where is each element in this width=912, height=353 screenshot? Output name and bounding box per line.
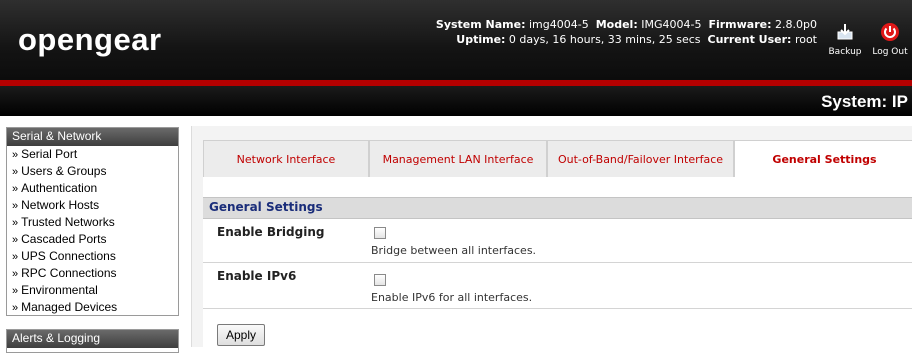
firmware-label: Firmware: [708,18,772,31]
current-user-value: root [794,33,817,46]
chevron-right-icon: » [12,183,19,195]
nav-item-trusted-networks[interactable]: » Trusted Networks [7,214,178,231]
system-name-label: System Name: [435,18,526,31]
nav-item-network-hosts[interactable]: » Network Hosts [7,197,178,214]
setting-row-enable-ipv6: Enable IPv6 Enable IPv6 for all interfac… [203,263,912,309]
chevron-right-icon: » [12,217,19,229]
logout-button[interactable]: Log Out [868,22,912,57]
backup-button[interactable]: Backup [823,22,867,57]
logout-label: Log Out [872,47,908,57]
tab-out-of-band-failover-interface[interactable]: Out-of-Band/Failover Interface [547,140,734,178]
model-value: IMG4004-5 [641,18,702,31]
backup-icon [835,24,855,45]
tab-general-settings[interactable]: General Settings [734,140,912,178]
system-info: System Name: img4004-5 Model: IMG4004-5 … [392,17,817,47]
chevron-right-icon: » [12,285,19,297]
main-panel: Network Interface Management LAN Interfa… [191,126,912,347]
header-bar: opengear System Name: img4004-5 Model: I… [0,0,912,80]
nav-item-managed-devices[interactable]: » Managed Devices [7,299,178,316]
firmware-value: 2.8.0p0 [775,18,817,31]
enable-bridging-checkbox[interactable] [374,227,386,239]
chevron-right-icon: » [12,268,19,280]
chevron-right-icon: » [12,251,19,263]
backup-label: Backup [828,47,862,57]
chevron-right-icon: » [12,200,19,212]
setting-label: Enable Bridging [217,225,325,239]
page-title-bar: System: IP [0,86,912,116]
nav-heading-alerts-logging[interactable]: Alerts & Logging [7,330,178,348]
uptime-value: 0 days, 16 hours, 33 mins, 25 secs [508,33,701,46]
setting-description: Bridge between all interfaces. [371,244,537,257]
opengear-logo: opengear [18,22,162,57]
nav-item-cascaded-ports[interactable]: » Cascaded Ports [7,231,178,248]
setting-label: Enable IPv6 [217,269,297,283]
uptime-label: Uptime: [456,33,506,46]
section-header: General Settings [203,197,912,219]
nav-item-environmental[interactable]: » Environmental [7,282,178,299]
enable-ipv6-checkbox[interactable] [374,274,386,286]
tab-network-interface[interactable]: Network Interface [203,140,369,178]
apply-button[interactable]: Apply [217,324,266,346]
current-user-label: Current User: [707,33,792,46]
chevron-right-icon: » [12,166,19,178]
nav-alerts-logging: Alerts & Logging [6,329,179,353]
settings-form: General Settings Enable Bridging Bridge … [203,177,912,347]
nav-item-serial-port[interactable]: » Serial Port [7,146,178,163]
tab-bar: Network Interface Management LAN Interfa… [203,140,912,178]
nav-item-rpc-connections[interactable]: » RPC Connections [7,265,178,282]
chevron-right-icon: » [12,149,19,161]
model-label: Model: [595,18,638,31]
chevron-right-icon: » [12,234,19,246]
chevron-right-icon: » [12,302,19,314]
power-icon [880,23,900,45]
tab-management-lan-interface[interactable]: Management LAN Interface [369,140,547,178]
page-title: System: IP [821,92,908,111]
nav-heading-serial-network: Serial & Network [7,128,178,146]
system-name-value: img4004-5 [529,18,589,31]
nav-item-authentication[interactable]: » Authentication [7,180,178,197]
setting-row-enable-bridging: Enable Bridging Bridge between all inter… [203,219,912,263]
nav-item-ups-connections[interactable]: » UPS Connections [7,248,178,265]
section-title: General Settings [209,200,323,214]
nav-item-users-groups[interactable]: » Users & Groups [7,163,178,180]
nav-serial-network: Serial & Network » Serial Port » Users & G… [6,127,179,316]
setting-description: Enable IPv6 for all interfaces. [371,291,533,304]
